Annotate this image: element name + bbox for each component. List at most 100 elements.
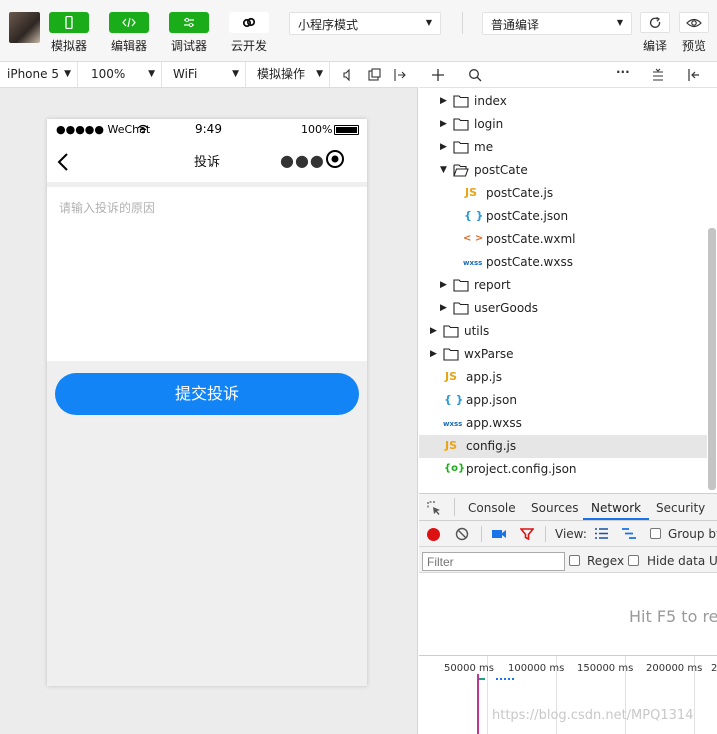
submit-complaint-button[interactable]: 提交投诉 xyxy=(55,373,359,415)
wxss-file-icon: wxss xyxy=(463,259,483,267)
status-bar: ●●●●● WeChat 9:49 100% xyxy=(47,119,367,141)
expand-arrow-icon[interactable]: ▶ xyxy=(440,297,447,319)
expand-arrow-icon[interactable]: ▶ xyxy=(430,343,437,365)
sliders-icon xyxy=(184,17,194,28)
debugger-toggle[interactable]: 调试器 xyxy=(163,12,215,54)
mode-select[interactable]: 小程序模式 ▼ xyxy=(289,12,441,35)
folder-icon xyxy=(453,118,469,131)
cloud-button[interactable] xyxy=(229,12,269,33)
simulator-area: ●●●●● WeChat 9:49 100% 投诉 ●●● 请输入投诉的原因 提… xyxy=(0,88,418,734)
tab-console[interactable]: Console xyxy=(468,494,516,520)
tab-security[interactable]: Security xyxy=(656,494,705,520)
expand-arrow-icon[interactable]: ▶ xyxy=(440,136,447,158)
waterfall-view-icon[interactable] xyxy=(621,527,637,540)
device-select[interactable]: iPhone 5 ▼ xyxy=(0,62,78,87)
add-icon[interactable] xyxy=(431,68,445,82)
expand-arrow-icon[interactable]: ▶ xyxy=(440,113,447,135)
tab-divider xyxy=(454,498,455,516)
tick-label: 100000 ms xyxy=(508,663,565,674)
watermark: https://blog.csdn.net/MPQ1314 xyxy=(492,708,694,723)
folder-icon xyxy=(453,141,469,154)
filter-funnel-icon[interactable] xyxy=(520,527,534,541)
wxml-file-icon: < > xyxy=(463,233,484,244)
hide-data-urls-checkbox[interactable] xyxy=(628,555,639,566)
preview-tool[interactable]: 预览 xyxy=(676,12,712,54)
tree-item-project-config[interactable]: {o} project.config.json xyxy=(419,458,707,481)
tree-item-label: postCate.json xyxy=(486,209,569,223)
file-tree-scrollbar[interactable] xyxy=(708,228,716,490)
tick-label: 200000 ms xyxy=(646,663,703,674)
collapse-arrow-icon[interactable]: ▼ xyxy=(440,159,447,181)
tree-item-config-js[interactable]: JS config.js xyxy=(419,435,707,458)
debugger-button[interactable] xyxy=(169,12,209,33)
tree-item-wxparse[interactable]: ▶ wxParse xyxy=(419,343,707,366)
expand-arrow-icon[interactable]: ▶ xyxy=(440,274,447,296)
tab-network[interactable]: Network xyxy=(583,494,650,520)
preview-button[interactable] xyxy=(679,12,709,33)
zoom-select[interactable]: 100% ▼ xyxy=(84,62,162,87)
config-file-icon: {o} xyxy=(444,463,466,474)
tree-item-me[interactable]: ▶ me xyxy=(419,136,707,159)
record-icon[interactable] xyxy=(427,528,440,541)
close-capsule-icon[interactable] xyxy=(325,149,345,169)
folder-icon xyxy=(453,279,469,292)
editor-button[interactable] xyxy=(109,12,149,33)
tree-item-report[interactable]: ▶ report xyxy=(419,274,707,297)
simulator-button[interactable] xyxy=(49,12,89,33)
device-value: iPhone 5 xyxy=(7,67,59,81)
folder-icon xyxy=(453,95,469,108)
compile-mode-select[interactable]: 普通编译 ▼ xyxy=(482,12,632,35)
tree-item-label: config.js xyxy=(466,439,517,453)
tree-item-postcate-wxml[interactable]: < > postCate.wxml xyxy=(419,228,707,251)
compile-label: 编译 xyxy=(642,39,667,53)
devtools-tabs: Console Sources Network Security xyxy=(419,494,717,521)
regex-checkbox[interactable] xyxy=(569,555,580,566)
inspect-element-icon[interactable] xyxy=(427,501,442,516)
tree-item-login[interactable]: ▶ login xyxy=(419,113,707,136)
compile-tool[interactable]: 编译 xyxy=(637,12,673,54)
network-select[interactable]: WiFi ▼ xyxy=(166,62,246,87)
tree-item-postcate-js[interactable]: JS postCate.js xyxy=(419,182,707,205)
tab-sources[interactable]: Sources xyxy=(531,494,578,520)
mode-select-value: 小程序模式 xyxy=(298,18,359,32)
tree-item-usergoods[interactable]: ▶ userGoods xyxy=(419,297,707,320)
more-icon[interactable]: ··· xyxy=(616,65,630,79)
simulator-toggle[interactable]: 模拟器 xyxy=(43,12,95,54)
reason-textarea[interactable]: 请输入投诉的原因 xyxy=(47,187,367,361)
dock-icon[interactable] xyxy=(687,68,701,82)
editor-toggle[interactable]: 编辑器 xyxy=(103,12,155,54)
clear-icon[interactable] xyxy=(455,527,469,541)
tree-item-index[interactable]: ▶ index xyxy=(419,90,707,113)
tick-label: 2 xyxy=(711,663,717,674)
tree-item-postcate[interactable]: ▼ postCate xyxy=(419,159,707,182)
list-view-icon[interactable] xyxy=(594,527,609,540)
compile-button[interactable] xyxy=(640,12,670,33)
avatar[interactable] xyxy=(9,12,40,43)
chevron-down-icon: ▼ xyxy=(316,69,323,79)
volume-icon[interactable] xyxy=(339,67,355,83)
screenshot-camera-icon[interactable] xyxy=(491,528,507,540)
expand-arrow-icon[interactable]: ▶ xyxy=(440,90,447,112)
network-value: WiFi xyxy=(173,67,198,81)
tree-item-app-json[interactable]: { } app.json xyxy=(419,389,707,412)
tree-item-utils[interactable]: ▶ utils xyxy=(419,320,707,343)
file-tree-toolbar: ··· xyxy=(419,62,717,88)
cloud-toggle[interactable]: 云开发 xyxy=(223,12,275,54)
expand-arrow-icon[interactable]: ▶ xyxy=(430,320,437,342)
tree-item-app-js[interactable]: JS app.js xyxy=(419,366,707,389)
tree-item-app-wxss[interactable]: wxss app.wxss xyxy=(419,412,707,435)
group-by-checkbox[interactable] xyxy=(650,528,661,539)
tree-item-postcate-wxss[interactable]: wxss postCate.wxss xyxy=(419,251,707,274)
folder-open-icon xyxy=(453,164,469,177)
cloud-label: 云开发 xyxy=(230,39,267,53)
more-dots-icon[interactable]: ●●● xyxy=(280,153,325,169)
collapse-all-icon[interactable] xyxy=(651,68,665,82)
search-icon[interactable] xyxy=(468,68,482,82)
tree-item-postcate-json[interactable]: { } postCate.json xyxy=(419,205,707,228)
detach-icon[interactable] xyxy=(392,67,408,83)
clock-label: 9:49 xyxy=(195,122,222,136)
tree-item-label: project.config.json xyxy=(466,462,577,476)
operation-select[interactable]: 模拟操作 ▼ xyxy=(250,62,330,87)
window-icon[interactable] xyxy=(366,67,382,83)
filter-input[interactable] xyxy=(422,552,565,571)
